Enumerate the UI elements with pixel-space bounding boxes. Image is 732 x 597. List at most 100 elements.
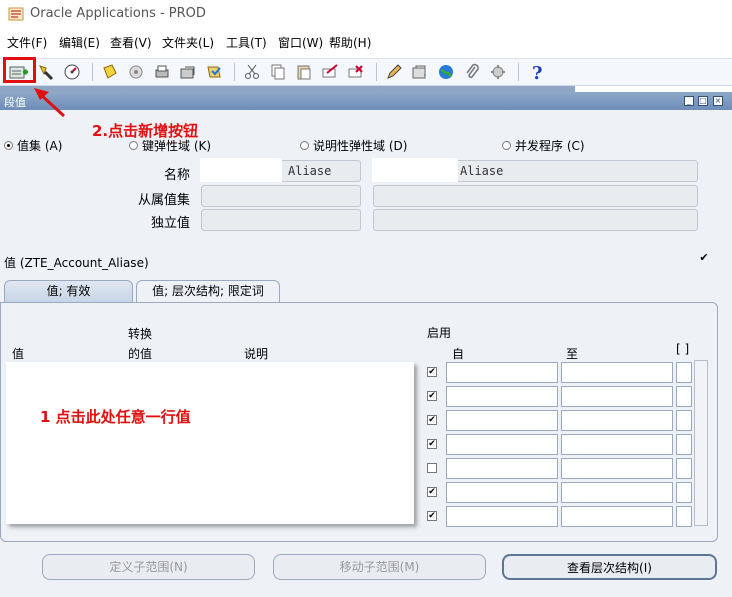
translate-icon[interactable] xyxy=(126,62,146,82)
independent-field-2[interactable] xyxy=(373,209,698,231)
radio-dot[interactable] xyxy=(502,141,511,150)
redaction-box xyxy=(200,158,282,182)
row-from-field[interactable] xyxy=(446,410,558,431)
vertical-scrollbar[interactable] xyxy=(694,360,708,526)
row-to-field[interactable] xyxy=(561,506,673,527)
attachment-icon[interactable] xyxy=(462,62,482,82)
row-enabled-checkbox[interactable]: ✔ xyxy=(427,487,437,497)
column-value: 值 xyxy=(12,347,25,361)
tab-values-hierarchy[interactable]: 值; 层次结构; 限定词 xyxy=(136,280,280,302)
menu-file[interactable]: 文件(F) xyxy=(7,34,47,51)
menu-folder[interactable]: 文件夹(L) xyxy=(162,34,214,51)
radio-label: 并发程序 (C) xyxy=(515,139,585,153)
radio-label: 值集 (A) xyxy=(17,139,63,153)
view-hierarchy-button[interactable]: 查看层次结构(I) xyxy=(502,554,717,580)
row-from-field[interactable] xyxy=(446,362,558,383)
define-child-range-button[interactable]: 定义子范围(N) xyxy=(42,554,255,580)
row-to-field[interactable] xyxy=(561,386,673,407)
annotation-arrow xyxy=(34,88,66,118)
row-dff-field[interactable] xyxy=(676,386,692,407)
save-icon[interactable] xyxy=(100,62,120,82)
paste-icon[interactable] xyxy=(294,62,314,82)
close-form-icon[interactable] xyxy=(178,62,198,82)
close-button[interactable]: × xyxy=(713,96,723,106)
row-to-field[interactable] xyxy=(561,458,673,479)
column-from: 自 xyxy=(452,347,465,361)
radio-concurrent-program[interactable]: 并发程序 (C) xyxy=(502,137,585,154)
menu-tools[interactable]: 工具(T) xyxy=(226,34,267,51)
flashlight-icon[interactable] xyxy=(36,62,56,82)
minimize-button[interactable]: _ xyxy=(684,96,694,106)
name-label: 名称 xyxy=(163,168,190,183)
independent-field-1[interactable] xyxy=(201,209,361,231)
row-from-field[interactable] xyxy=(446,434,558,455)
radio-value-set[interactable]: 值集 (A) xyxy=(4,137,62,154)
dependent-field-2[interactable] xyxy=(373,185,698,207)
new-button-highlight xyxy=(3,57,36,83)
radio-key-flexfield[interactable]: 键弹性域 (K) xyxy=(129,137,211,154)
radio-dot[interactable] xyxy=(300,141,309,150)
menu-edit[interactable]: 编辑(E) xyxy=(59,34,100,51)
row-from-field[interactable] xyxy=(446,458,558,479)
row-dff-field[interactable] xyxy=(676,506,692,527)
column-description: 说明 xyxy=(244,347,269,361)
row-enabled-checkbox[interactable]: ✔ xyxy=(427,511,437,521)
row-from-field[interactable] xyxy=(446,386,558,407)
row-enabled-checkbox[interactable]: ✔ xyxy=(427,439,437,449)
menu-view[interactable]: 查看(V) xyxy=(110,34,152,51)
clear-record-icon[interactable] xyxy=(320,62,340,82)
folder-tools-icon[interactable] xyxy=(488,62,508,82)
row-dff-field[interactable] xyxy=(676,410,692,431)
radio-dot[interactable] xyxy=(129,141,138,150)
window-title: Oracle Applications - PROD xyxy=(30,6,206,21)
row-dff-field[interactable] xyxy=(676,458,692,479)
row-dff-field[interactable] xyxy=(676,482,692,503)
navigator-icon[interactable] xyxy=(62,62,82,82)
row-to-field[interactable] xyxy=(561,410,673,431)
radio-dot-selected[interactable] xyxy=(4,141,13,150)
subwindow-title: 段值 xyxy=(4,96,26,109)
radio-label: 键弹性域 (K) xyxy=(142,139,212,153)
help-icon[interactable]: ? xyxy=(528,62,548,82)
row-dff-field[interactable] xyxy=(676,362,692,383)
column-translated-line2: 的值 xyxy=(128,347,153,361)
edit-field-icon[interactable] xyxy=(384,62,404,82)
column-enabled: 启用 xyxy=(427,326,452,340)
redaction-box xyxy=(372,158,458,182)
print-icon[interactable] xyxy=(152,62,172,82)
row-to-field[interactable] xyxy=(561,362,673,383)
dependent-label: 从属值集 xyxy=(137,193,190,208)
column-translated-line1: 转换 xyxy=(128,327,153,341)
toolbar: ? xyxy=(0,58,732,86)
menu-help[interactable]: 帮助(H) xyxy=(329,34,371,51)
maximize-button[interactable]: □ xyxy=(698,96,708,106)
row-enabled-checkbox[interactable]: ✔ xyxy=(427,415,437,425)
row-from-field[interactable] xyxy=(446,482,558,503)
annotation-step1: 1 点击此处任意一行值 xyxy=(40,408,191,426)
independent-label: 独立值 xyxy=(150,216,190,231)
cut-icon[interactable] xyxy=(242,62,262,82)
column-bracket: [ ] xyxy=(676,342,690,356)
row-from-field[interactable] xyxy=(446,506,558,527)
menu-window[interactable]: 窗口(W) xyxy=(278,34,323,51)
row-dff-field[interactable] xyxy=(676,434,692,455)
globe-icon[interactable] xyxy=(436,62,456,82)
row-to-field[interactable] xyxy=(561,482,673,503)
radio-label: 说明性弹性域 (D) xyxy=(313,139,408,153)
value-rows-area[interactable] xyxy=(6,362,414,524)
help-center-icon[interactable] xyxy=(204,62,224,82)
row-enabled-checkbox[interactable]: ✔ xyxy=(427,391,437,401)
row-to-field[interactable] xyxy=(561,434,673,455)
values-section-label: 值 (ZTE_Account_Aliase) xyxy=(4,256,149,270)
row-enabled-checkbox[interactable] xyxy=(427,463,437,473)
dependent-field-1[interactable] xyxy=(201,185,361,207)
row-enabled-checkbox[interactable]: ✔ xyxy=(427,367,437,377)
subwindow-titlebar xyxy=(0,92,732,110)
radio-descriptive-flexfield[interactable]: 说明性弹性域 (D) xyxy=(300,137,407,154)
delete-icon[interactable] xyxy=(346,62,366,82)
section-checkbox[interactable]: ✔ xyxy=(699,252,709,264)
tab-values-effective[interactable]: 值; 有效 xyxy=(4,280,133,302)
zoom-icon[interactable] xyxy=(410,62,430,82)
move-child-range-button[interactable]: 移动子范围(M) xyxy=(273,554,486,580)
copy-icon[interactable] xyxy=(268,62,288,82)
